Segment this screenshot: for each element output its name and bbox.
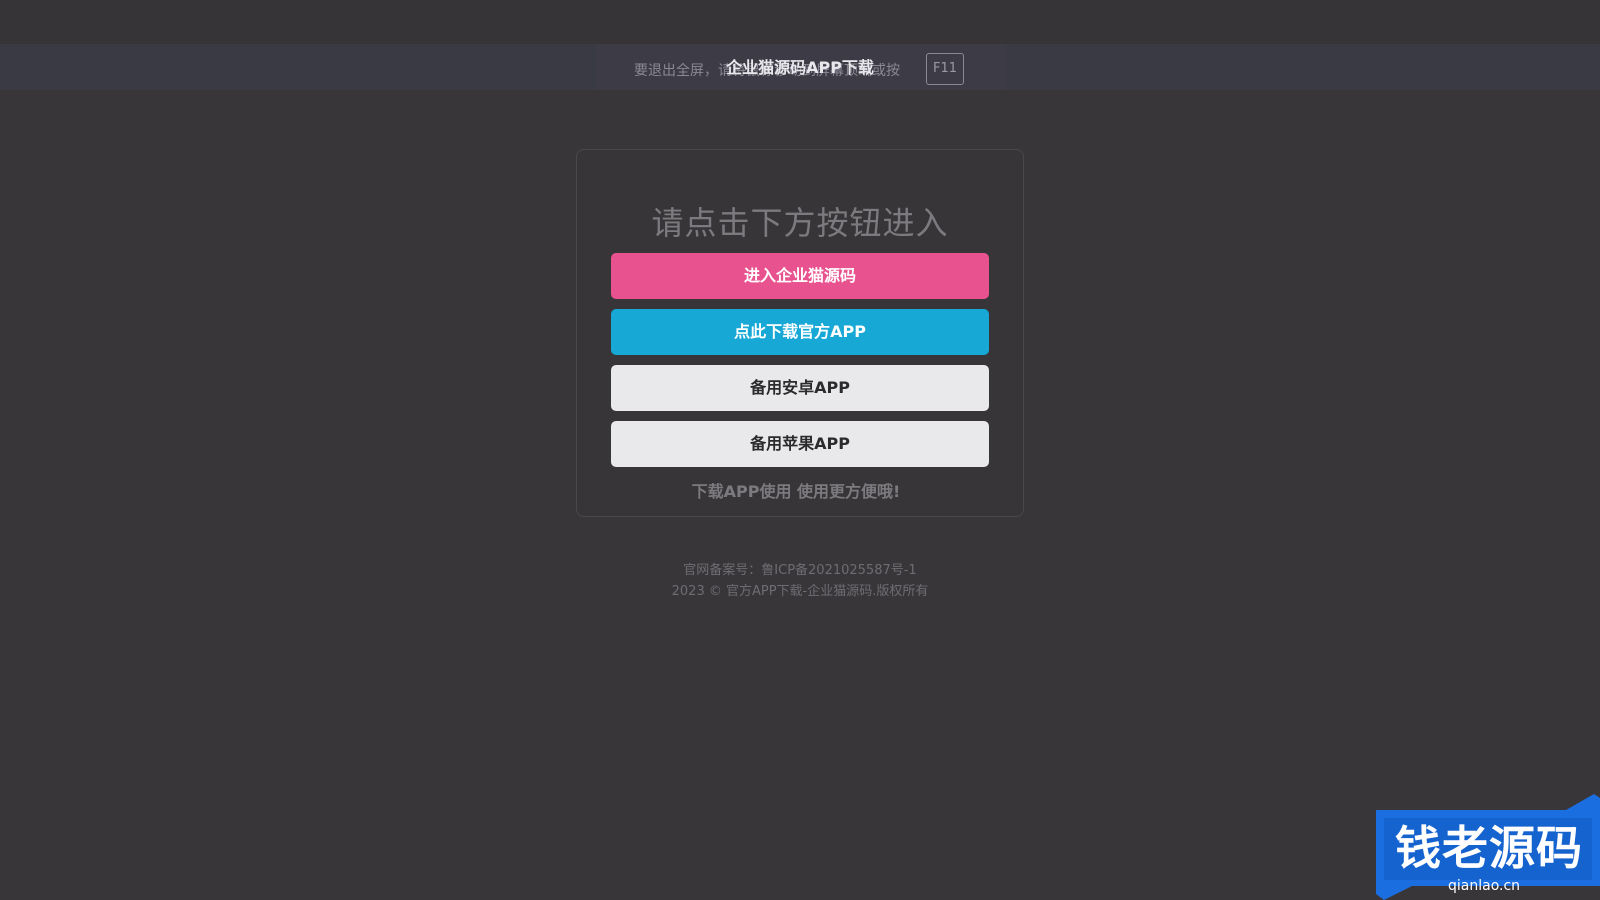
download-tip: 下载APP使用 使用更方便哦! (691, 482, 901, 501)
backup-android-app-button[interactable]: 备用安卓APP (611, 365, 989, 411)
page-title: 企业猫源码APP下载 (726, 58, 874, 77)
footer-copyright: 2023 © 官方APP下载-企业猫源码.版权所有 (671, 584, 929, 599)
watermark-url: qianlao.cn (1448, 878, 1521, 894)
browser-top-bar (0, 0, 1600, 44)
card-heading: 请点击下方按钮进入 (651, 204, 949, 242)
backup-apple-app-button[interactable]: 备用苹果APP (611, 421, 989, 467)
footer-icp-link[interactable]: 官网备案号：鲁ICP备2021025587号-1 (576, 559, 1024, 578)
download-official-app-button[interactable]: 点此下载官方APP (611, 309, 989, 355)
enter-site-button[interactable]: 进入企业猫源码 (611, 253, 989, 299)
watermark-text: 钱老源码 (1395, 821, 1583, 875)
